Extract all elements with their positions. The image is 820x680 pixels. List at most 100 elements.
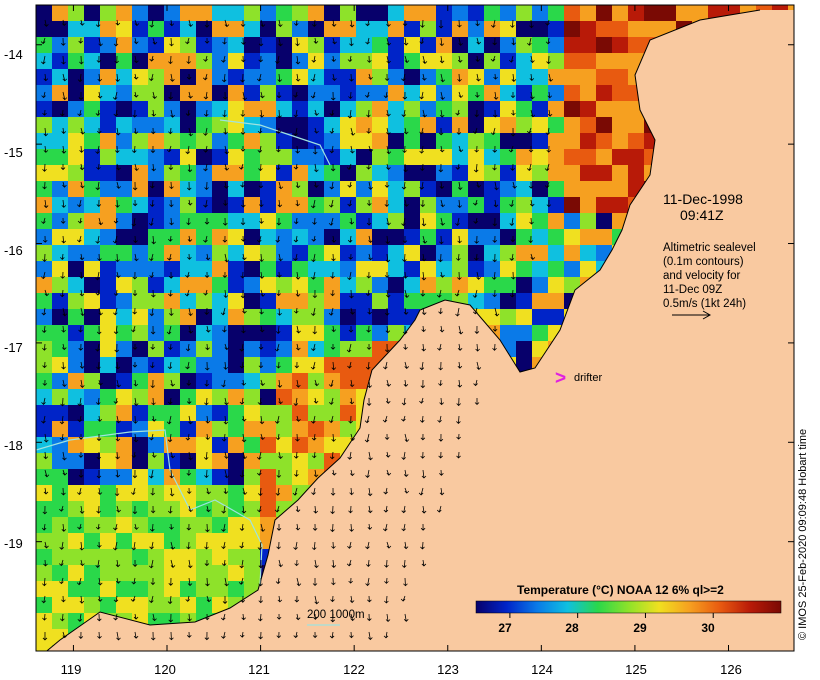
sst-cell (244, 101, 261, 118)
sst-cell (212, 565, 229, 582)
sst-cell (308, 437, 325, 454)
sst-cell (164, 133, 181, 150)
sst-cell (100, 437, 117, 454)
sst-cell (276, 277, 293, 294)
sst-cell (84, 133, 101, 150)
sst-cell (660, 5, 677, 22)
sst-cell (148, 421, 165, 438)
sst-cell (260, 325, 277, 342)
sst-cell (340, 101, 357, 118)
sst-cell (372, 117, 389, 134)
sst-cell (36, 645, 53, 651)
sst-cell (196, 309, 213, 326)
sst-cell (548, 85, 565, 102)
sst-cell (580, 181, 597, 198)
colorbar-tick-label: 27 (498, 621, 512, 635)
sst-cell (500, 117, 517, 134)
sst-cell (596, 85, 613, 102)
sst-cell (260, 149, 277, 166)
lat-tick-label: -16 (4, 243, 23, 258)
sst-cell (356, 197, 373, 214)
sst-cell (164, 277, 181, 294)
sst-cell (404, 85, 421, 102)
sst-cell (404, 277, 421, 294)
sst-cell (532, 197, 549, 214)
sst-cell (84, 373, 101, 390)
sst-cell (468, 53, 485, 70)
sst-cell (228, 149, 245, 166)
sst-cell (116, 565, 133, 582)
sst-cell (532, 117, 549, 134)
sst-cell (468, 261, 485, 278)
sst-cell (100, 5, 117, 22)
sst-cell (68, 485, 85, 502)
sst-cell (628, 149, 645, 166)
sst-cell (468, 181, 485, 198)
sst-cell (260, 341, 277, 358)
sst-cell (388, 5, 405, 22)
sst-cell (548, 101, 565, 118)
sst-cell (244, 5, 261, 22)
sst-cell (452, 277, 469, 294)
sst-cell (564, 53, 581, 70)
sst-cell (116, 181, 133, 198)
sst-cell (52, 405, 69, 422)
sst-cell (228, 309, 245, 326)
sst-cell (308, 453, 325, 470)
sst-cell (260, 245, 277, 262)
sst-cell (292, 37, 309, 54)
sst-cell (372, 5, 389, 22)
sst-cell (164, 357, 181, 374)
sst-cell (180, 469, 197, 486)
sst-cell (36, 117, 53, 134)
sst-cell (276, 5, 293, 22)
sst-cell (132, 85, 149, 102)
sst-cell (516, 85, 533, 102)
sst-cell (132, 117, 149, 134)
lon-tick-labels: 119 120 121 122 123 124 125 126 (61, 662, 742, 677)
sst-cell (84, 85, 101, 102)
colorbar-tick-label: 28 (565, 621, 579, 635)
sst-cell (292, 53, 309, 70)
sst-cell (148, 309, 165, 326)
sst-cell (68, 389, 85, 406)
sst-cell (372, 229, 389, 246)
sst-cell (388, 133, 405, 150)
sst-cell (340, 261, 357, 278)
sst-cell (564, 197, 581, 214)
sst-cell (100, 325, 117, 342)
sst-cell (356, 229, 373, 246)
sst-cell (84, 517, 101, 534)
sst-cell (420, 213, 437, 230)
sst-cell (340, 277, 357, 294)
sst-cell (292, 277, 309, 294)
sst-cell (260, 229, 277, 246)
sst-cell (532, 293, 549, 310)
sst-cell (580, 37, 597, 54)
sst-cell (324, 37, 341, 54)
sst-cell (324, 133, 341, 150)
sst-cell (324, 277, 341, 294)
sst-cell (52, 69, 69, 86)
sst-cell (148, 517, 165, 534)
sst-cell (532, 37, 549, 54)
sst-cell (484, 309, 501, 326)
sst-cell (68, 533, 85, 550)
sst-cell (68, 421, 85, 438)
sst-cell (260, 373, 277, 390)
sst-cell (532, 245, 549, 262)
sst-cell (436, 245, 453, 262)
lon-tick-label: 126 (720, 662, 742, 677)
lon-tick-label: 125 (625, 662, 647, 677)
sst-cell (468, 277, 485, 294)
sst-cell (372, 213, 389, 230)
colorbar-tick-label: 30 (701, 621, 715, 635)
sst-cell (356, 85, 373, 102)
sst-cell (372, 85, 389, 102)
sst-cell (308, 165, 325, 182)
sst-cell (228, 229, 245, 246)
sst-cell (212, 309, 229, 326)
sst-cell (100, 501, 117, 518)
sst-cell (228, 357, 245, 374)
sst-cell (516, 69, 533, 86)
